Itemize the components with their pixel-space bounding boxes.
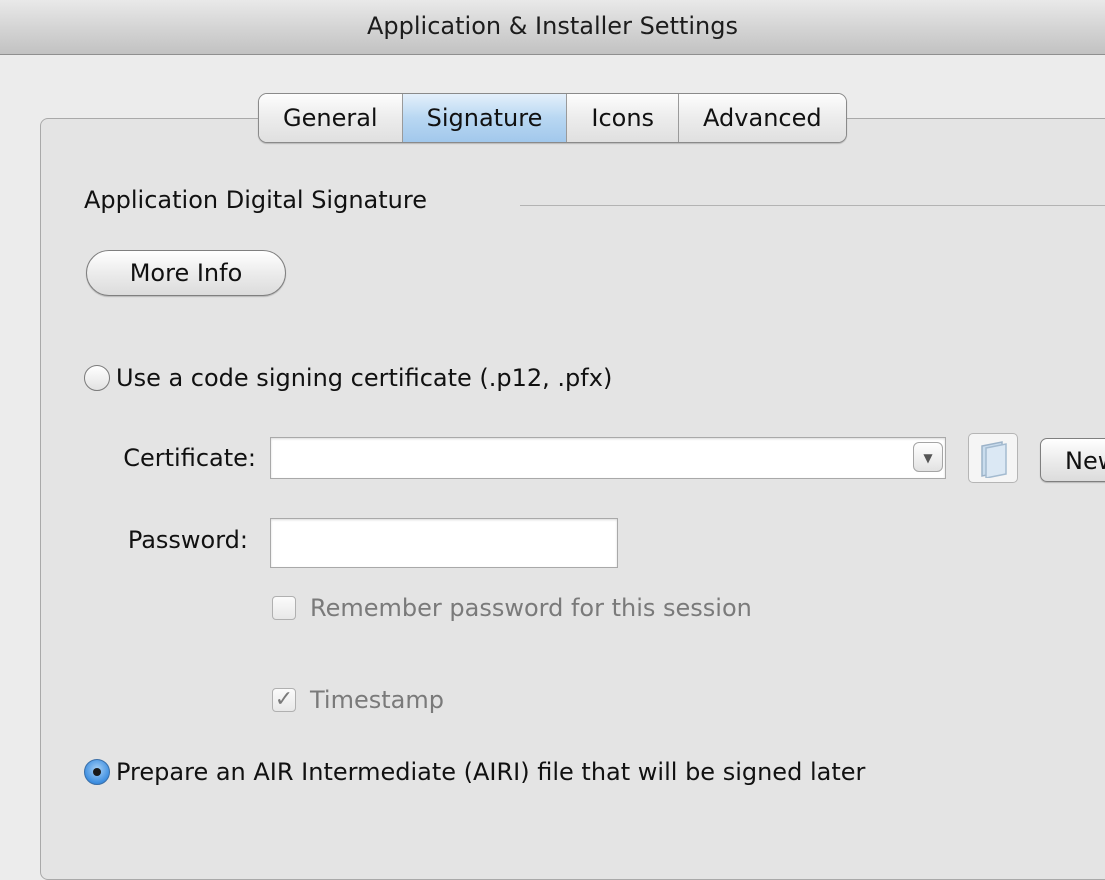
- password-label: Password:: [127, 526, 248, 554]
- use-certificate-label: Use a code signing certificate (.p12, .p…: [116, 364, 613, 392]
- radio-unselected-icon[interactable]: [84, 365, 110, 391]
- remember-password-option[interactable]: Remember password for this session: [272, 594, 752, 622]
- tab-signature[interactable]: Signature: [402, 94, 568, 142]
- chevron-down-icon[interactable]: ▼: [913, 442, 943, 472]
- section-title: Application Digital Signature: [84, 186, 441, 214]
- new-certificate-button[interactable]: New: [1040, 438, 1105, 482]
- tab-general[interactable]: General: [259, 94, 403, 142]
- tab-advanced[interactable]: Advanced: [679, 94, 846, 142]
- remember-password-label: Remember password for this session: [310, 594, 752, 622]
- certificate-label: Certificate:: [123, 444, 256, 472]
- more-info-button[interactable]: More Info: [86, 250, 286, 296]
- tab-bar: General Signature Icons Advanced: [258, 93, 847, 143]
- password-field[interactable]: [270, 518, 618, 568]
- timestamp-option[interactable]: ✓ Timestamp: [272, 686, 444, 714]
- tab-icons[interactable]: Icons: [567, 94, 680, 142]
- folder-icon: [981, 441, 1007, 478]
- radio-selected-icon[interactable]: [84, 759, 110, 785]
- browse-folder-button[interactable]: [968, 433, 1018, 483]
- section-divider: [520, 205, 1105, 206]
- timestamp-label: Timestamp: [310, 686, 444, 714]
- certificate-combobox[interactable]: [270, 437, 946, 479]
- prepare-airi-option[interactable]: Prepare an AIR Intermediate (AIRI) file …: [84, 758, 865, 786]
- use-certificate-option[interactable]: Use a code signing certificate (.p12, .p…: [84, 364, 612, 392]
- checkmark-icon[interactable]: ✓: [272, 688, 296, 712]
- prepare-airi-label: Prepare an AIR Intermediate (AIRI) file …: [116, 758, 866, 786]
- window-title: Application & Installer Settings: [0, 0, 1105, 55]
- checkbox-unchecked-icon[interactable]: [272, 596, 296, 620]
